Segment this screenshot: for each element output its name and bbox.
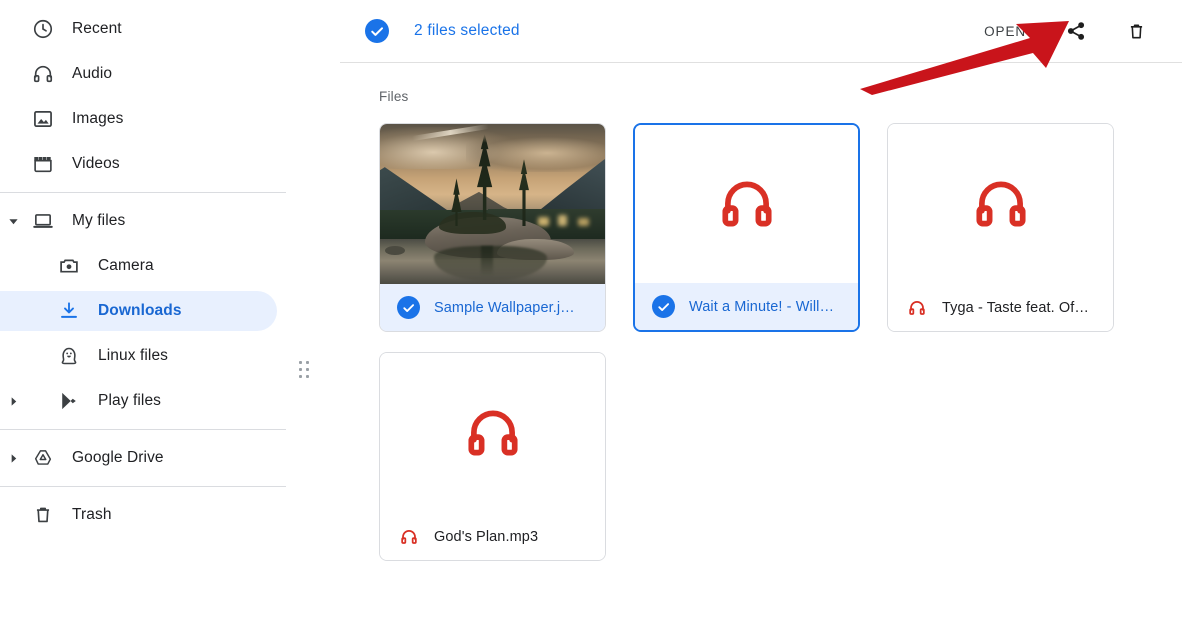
shore-rock	[384, 245, 405, 256]
sidebar-item-label: Downloads	[98, 302, 182, 319]
sidebar-item-label: Trash	[72, 506, 112, 523]
light-glow	[537, 216, 549, 227]
check-circle-icon[interactable]	[397, 296, 420, 319]
headphones-icon	[467, 410, 518, 456]
image-icon	[26, 108, 60, 130]
headphones-icon	[975, 181, 1026, 227]
sidebar-item-audio[interactable]: Audio	[0, 54, 277, 94]
headphones-icon	[721, 181, 772, 227]
google-drive-icon	[26, 447, 60, 469]
file-grid-area: Files Sample Wallpaper.j… Wait a Minute!…	[340, 63, 1182, 561]
headphones-icon	[397, 527, 420, 547]
sidebar-divider-2	[0, 429, 286, 430]
landscape-photo	[380, 124, 605, 284]
handle-dot	[306, 375, 309, 378]
light-glow	[578, 218, 590, 227]
handle-dot	[306, 368, 309, 371]
file-card-image[interactable]: Sample Wallpaper.j…	[379, 123, 606, 332]
file-card-audio[interactable]: Tyga - Taste feat. Of…	[887, 123, 1114, 332]
sidebar-item-camera[interactable]: Camera	[0, 246, 277, 286]
island-shrubs	[438, 212, 506, 235]
open-button[interactable]: OPEN	[978, 16, 1032, 47]
light-glow	[557, 215, 567, 227]
selection-count-label: 2 files selected	[414, 22, 520, 39]
files-app-window: Recent Audio Images Videos My files Came…	[0, 0, 1182, 617]
sidebar-item-label: My files	[72, 212, 126, 229]
check-circle-icon[interactable]	[365, 19, 389, 43]
delete-icon[interactable]	[1116, 11, 1156, 51]
handle-dot	[299, 375, 302, 378]
sidebar-divider-3	[0, 486, 286, 487]
sidebar: Recent Audio Images Videos My files Came…	[0, 0, 340, 617]
sidebar-item-images[interactable]: Images	[0, 99, 277, 139]
handle-dot	[299, 368, 302, 371]
sidebar-item-google-drive[interactable]: Google Drive	[0, 438, 277, 478]
file-thumbnail	[380, 124, 605, 284]
video-icon	[26, 153, 60, 175]
sidebar-item-label: Play files	[98, 392, 162, 409]
file-thumbnail	[380, 353, 605, 513]
sidebar-item-label: Audio	[72, 65, 113, 82]
selection-toolbar: 2 files selected OPEN	[340, 0, 1182, 63]
sidebar-divider-1	[0, 192, 286, 193]
file-card-audio[interactable]: Wait a Minute! - Will…	[633, 123, 860, 332]
sidebar-item-label: Videos	[72, 155, 120, 172]
camera-icon	[52, 255, 86, 277]
file-thumbnail	[888, 124, 1113, 284]
drag-handle-dots[interactable]	[299, 361, 313, 382]
section-title: Files	[379, 89, 409, 104]
chevron-right-icon[interactable]	[0, 396, 26, 407]
download-icon	[52, 300, 86, 322]
chevron-right-icon[interactable]	[0, 453, 26, 464]
linux-penguin-icon	[52, 345, 86, 367]
file-grid: Sample Wallpaper.j… Wait a Minute! - Wil…	[379, 123, 1154, 561]
handle-dot	[306, 361, 309, 364]
file-name: God's Plan.mp3	[434, 528, 539, 545]
headphones-icon	[26, 63, 60, 85]
trash-icon	[26, 504, 60, 526]
headphones-icon	[905, 298, 928, 318]
file-name: Sample Wallpaper.j…	[434, 299, 575, 316]
file-name: Tyga - Taste feat. Of…	[942, 299, 1089, 316]
sidebar-item-my-files[interactable]: My files	[0, 201, 277, 241]
file-card-audio[interactable]: God's Plan.mp3	[379, 352, 606, 561]
share-icon[interactable]	[1056, 11, 1096, 51]
sidebar-item-label: Linux files	[98, 347, 169, 364]
water-reflection	[481, 245, 493, 276]
file-label-row: Tyga - Taste feat. Of…	[888, 284, 1113, 331]
sidebar-item-label: Recent	[72, 20, 122, 37]
file-thumbnail	[635, 125, 858, 283]
file-label-row: Sample Wallpaper.j…	[380, 284, 605, 331]
sidebar-item-label: Google Drive	[72, 449, 164, 466]
clock-icon	[26, 18, 60, 40]
handle-dot	[299, 361, 302, 364]
file-name: Wait a Minute! - Will…	[689, 298, 835, 315]
sidebar-item-label: Images	[72, 110, 124, 127]
file-label-row: God's Plan.mp3	[380, 513, 605, 560]
laptop-icon	[26, 210, 60, 232]
sidebar-item-label: Camera	[98, 257, 154, 274]
sidebar-item-downloads[interactable]: Downloads	[0, 291, 277, 331]
sidebar-item-videos[interactable]: Videos	[0, 144, 277, 184]
file-label-row: Wait a Minute! - Will…	[635, 283, 858, 330]
check-circle-icon[interactable]	[652, 295, 675, 318]
google-play-icon	[52, 390, 86, 412]
sidebar-item-recent[interactable]: Recent	[0, 9, 277, 49]
sidebar-item-linux-files[interactable]: Linux files	[0, 336, 277, 376]
main-panel: 2 files selected OPEN Files Sample Wallp…	[340, 0, 1182, 617]
sidebar-item-play-files[interactable]: Play files	[0, 381, 277, 421]
chevron-down-icon[interactable]	[0, 216, 26, 227]
sidebar-item-trash[interactable]: Trash	[0, 495, 277, 535]
